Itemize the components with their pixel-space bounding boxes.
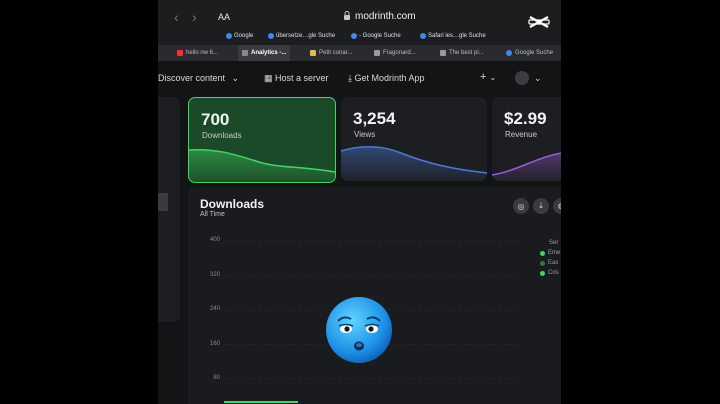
- y-tick-label: 400: [209, 237, 220, 243]
- legend-dot: [540, 260, 545, 266]
- legend-item[interactable]: Eme: [540, 250, 560, 256]
- legend-title: Ser: [549, 240, 559, 246]
- y-tick-label: 240: [209, 306, 220, 312]
- legend-dot: [540, 250, 545, 256]
- y-tick-label: 80: [213, 375, 220, 381]
- legend-item[interactable]: Cris: [540, 270, 559, 276]
- blue-pleading-face-emoji-icon: [326, 297, 392, 363]
- legend-dot: [540, 270, 545, 276]
- capcut-logo-icon: [528, 16, 550, 28]
- y-tick-label: 160: [209, 340, 220, 347]
- legend-item[interactable]: Eas: [540, 260, 558, 266]
- y-tick-label: 320: [209, 271, 220, 278]
